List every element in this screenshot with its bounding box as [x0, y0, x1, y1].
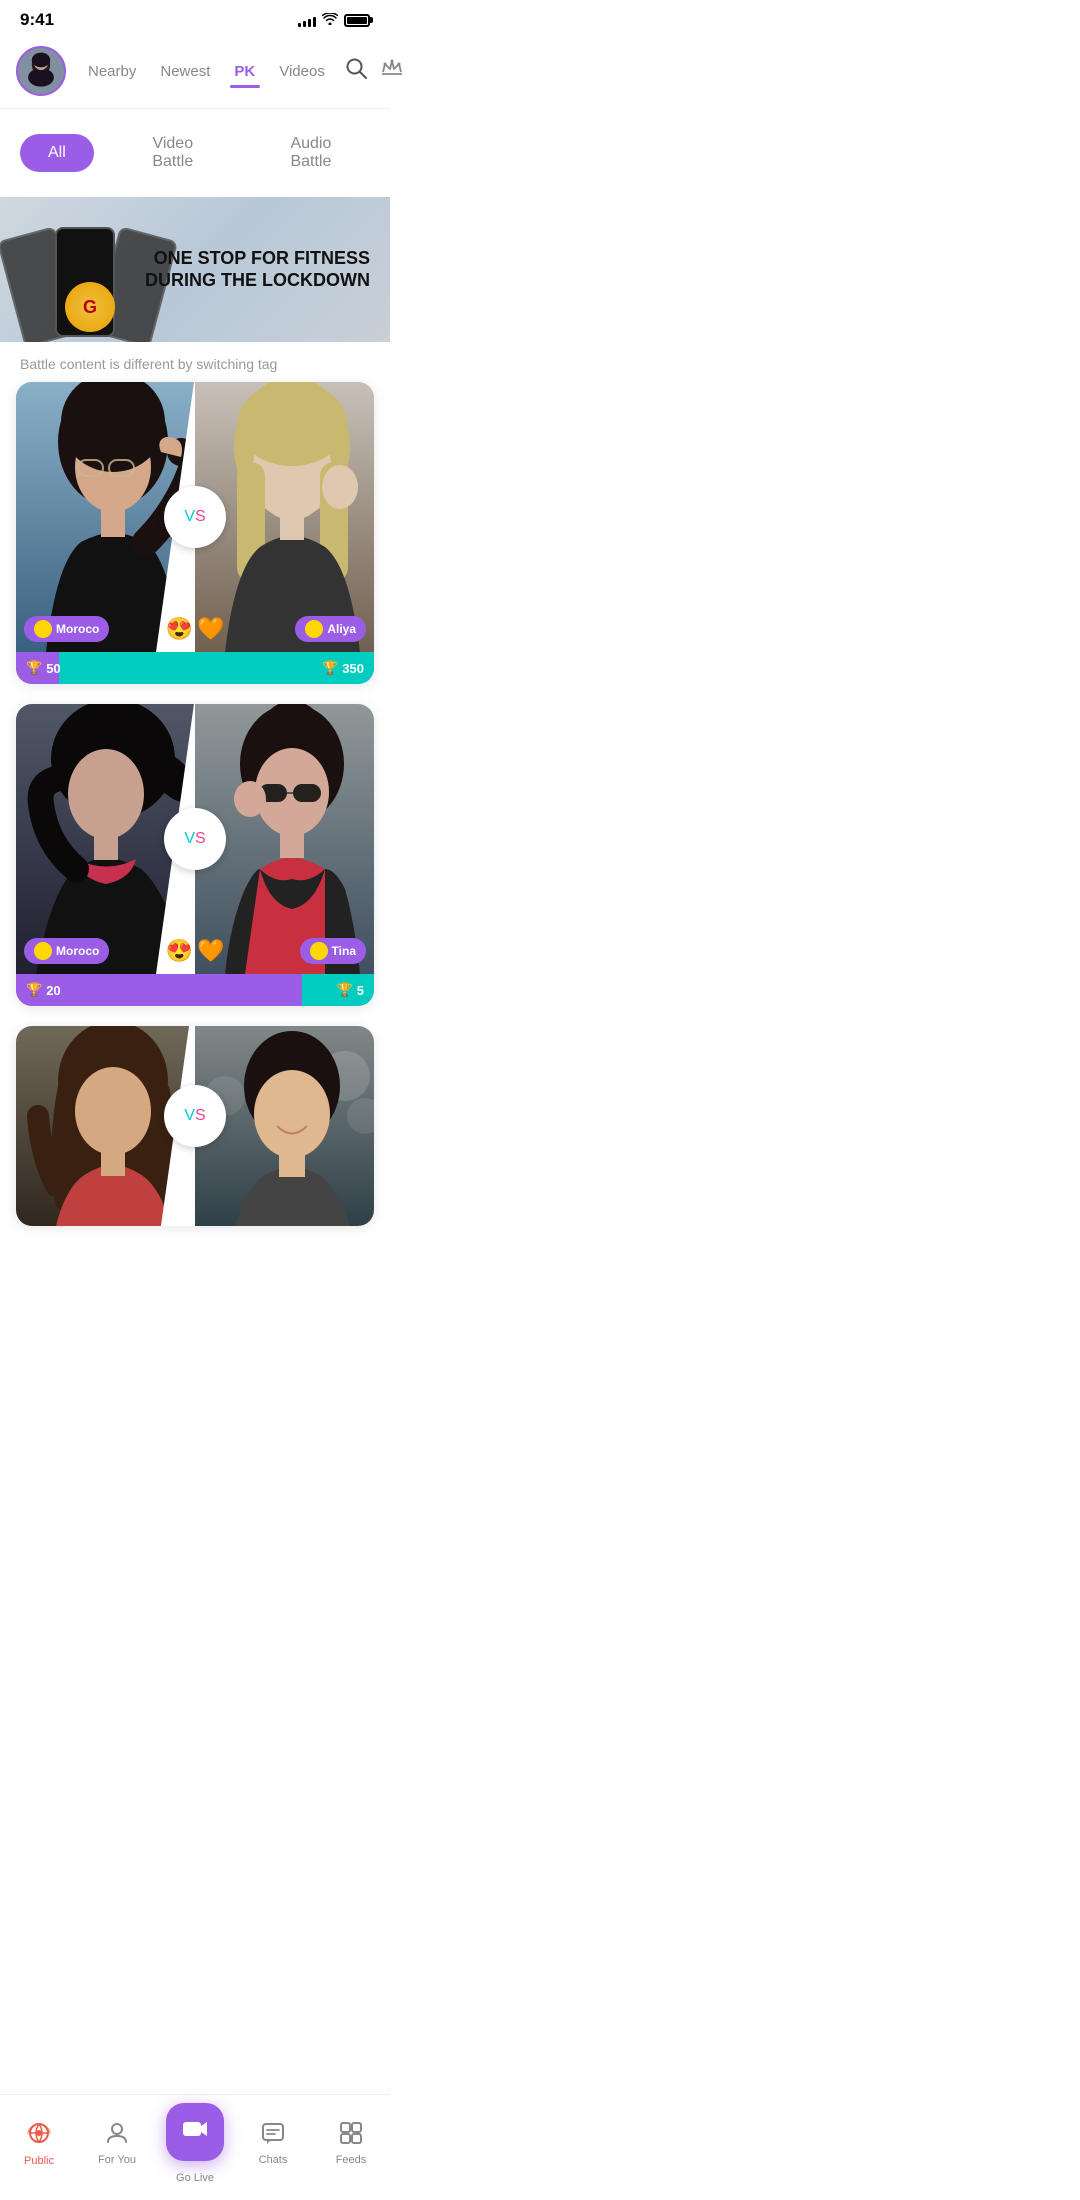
wifi-icon	[322, 12, 338, 28]
battle-card-1[interactable]: Moroco	[16, 382, 374, 684]
chats-icon	[261, 2121, 285, 2151]
crown-icon[interactable]	[381, 59, 403, 83]
feeds-icon	[339, 2121, 363, 2151]
header-icons	[345, 57, 403, 85]
score-inner-2: 🏆 20 🏆 5	[16, 974, 374, 1006]
trophy-icon-right-1: 🏆	[322, 660, 338, 676]
player-name-right-1: Aliya	[327, 622, 356, 636]
nav-go-live[interactable]: Go Live	[156, 2103, 234, 2184]
player-tag-left-1: Moroco	[24, 616, 109, 642]
score-value-left-1: 50	[46, 661, 60, 676]
nav-tabs: Nearby Newest PK Videos	[76, 59, 337, 84]
nav-chats-label: Chats	[259, 2154, 288, 2166]
score-right-2: 🏆 5	[327, 982, 374, 998]
player-name-left-2: Moroco	[56, 944, 99, 958]
score-value-right-2: 5	[357, 983, 364, 998]
header: Nearby Newest PK Videos	[0, 38, 390, 108]
trophy-icon-right-2: 🏆	[337, 982, 353, 998]
vs-badge-1: VS	[164, 486, 226, 548]
nav-chats[interactable]: Chats	[234, 2121, 312, 2166]
vs-badge-2: VS	[164, 808, 226, 870]
filter-video-battle[interactable]: Video Battle	[114, 125, 232, 181]
battle-images-2: Moroco	[16, 704, 374, 974]
nav-feeds[interactable]: Feeds	[312, 2121, 390, 2166]
emoji-hearts-1: 🧡	[197, 616, 224, 642]
avatar[interactable]	[16, 46, 66, 96]
go-live-icon	[181, 2115, 209, 2150]
player-avatar-right-1	[305, 620, 323, 638]
score-inner-1: 🏆 50 🏆 350	[16, 652, 374, 684]
nav-go-live-label: Go Live	[176, 2172, 214, 2184]
emoji-hearts-2: 🧡	[197, 938, 224, 964]
filter-tabs: All Video Battle Audio Battle	[0, 109, 390, 197]
banner-line2: DURING THE LOCKDOWN	[145, 270, 370, 292]
score-value-left-2: 20	[46, 983, 60, 998]
score-value-right-1: 350	[342, 661, 364, 676]
trophy-icon-left-2: 🏆	[26, 982, 42, 998]
trophy-icon-left-1: 🏆	[26, 660, 42, 676]
banner-text: ONE STOP FOR FITNESS DURING THE LOCKDOWN	[145, 248, 370, 291]
nav-feeds-label: Feeds	[336, 2154, 367, 2166]
battle-images-1: Moroco	[16, 382, 374, 652]
score-bar-2: 🏆 20 🏆 5	[16, 974, 374, 1006]
search-icon[interactable]	[345, 57, 367, 85]
tab-pk[interactable]: PK	[222, 59, 267, 84]
battle-subtitle: Battle content is different by switching…	[0, 342, 390, 382]
status-icons	[298, 12, 370, 28]
tab-newest[interactable]: Newest	[148, 59, 222, 84]
battle-card-2[interactable]: Moroco	[16, 704, 374, 1006]
filter-all[interactable]: All	[20, 134, 94, 172]
tab-videos[interactable]: Videos	[267, 59, 337, 84]
go-live-button[interactable]	[166, 2103, 224, 2161]
gym-logo: G	[65, 282, 115, 332]
battle-emojis-2: 😍 🧡	[166, 938, 225, 964]
status-bar: 9:41	[0, 0, 390, 38]
vs-badge-3: VS	[164, 1085, 226, 1147]
public-icon	[26, 2120, 52, 2152]
battery-icon	[344, 14, 370, 27]
signal-icon	[298, 13, 316, 27]
bottom-nav: Public For You Go Live	[0, 2094, 390, 2200]
player-tag-right-1: Aliya	[295, 616, 366, 642]
nav-public[interactable]: Public	[0, 2120, 78, 2167]
player-tag-left-2: Moroco	[24, 938, 109, 964]
filter-audio-battle[interactable]: Audio Battle	[252, 125, 370, 181]
player-name-right-2: Tina	[332, 944, 356, 958]
score-left-2: 🏆 20	[16, 982, 71, 998]
banner-line1: ONE STOP FOR FITNESS	[145, 248, 370, 270]
tab-nearby[interactable]: Nearby	[76, 59, 148, 84]
score-right-1: 🏆 350	[312, 660, 374, 676]
for-you-icon	[105, 2121, 129, 2151]
score-bar-1: 🏆 50 🏆 350	[16, 652, 374, 684]
status-time: 9:41	[20, 10, 54, 30]
nav-for-you-label: For You	[98, 2154, 136, 2166]
player-tag-right-2: Tina	[300, 938, 366, 964]
player-avatar-right-2	[310, 942, 328, 960]
player-avatar-left-2	[34, 942, 52, 960]
player-avatar-left-1	[34, 620, 52, 638]
nav-for-you[interactable]: For You	[78, 2121, 156, 2166]
score-left-1: 🏆 50	[16, 660, 71, 676]
promo-banner[interactable]: G ONE STOP FOR FITNESS DURING THE LOCKDO…	[0, 197, 390, 342]
battle-images-3: VS	[16, 1026, 374, 1226]
nav-public-label: Public	[24, 2155, 54, 2167]
battle-card-3[interactable]: VS	[16, 1026, 374, 1226]
battle-emojis-1: 😍 🧡	[166, 616, 225, 642]
player-name-left-1: Moroco	[56, 622, 99, 636]
emoji-heart-eyes-2: 😍	[166, 938, 193, 964]
emoji-heart-eyes-1: 😍	[166, 616, 193, 642]
